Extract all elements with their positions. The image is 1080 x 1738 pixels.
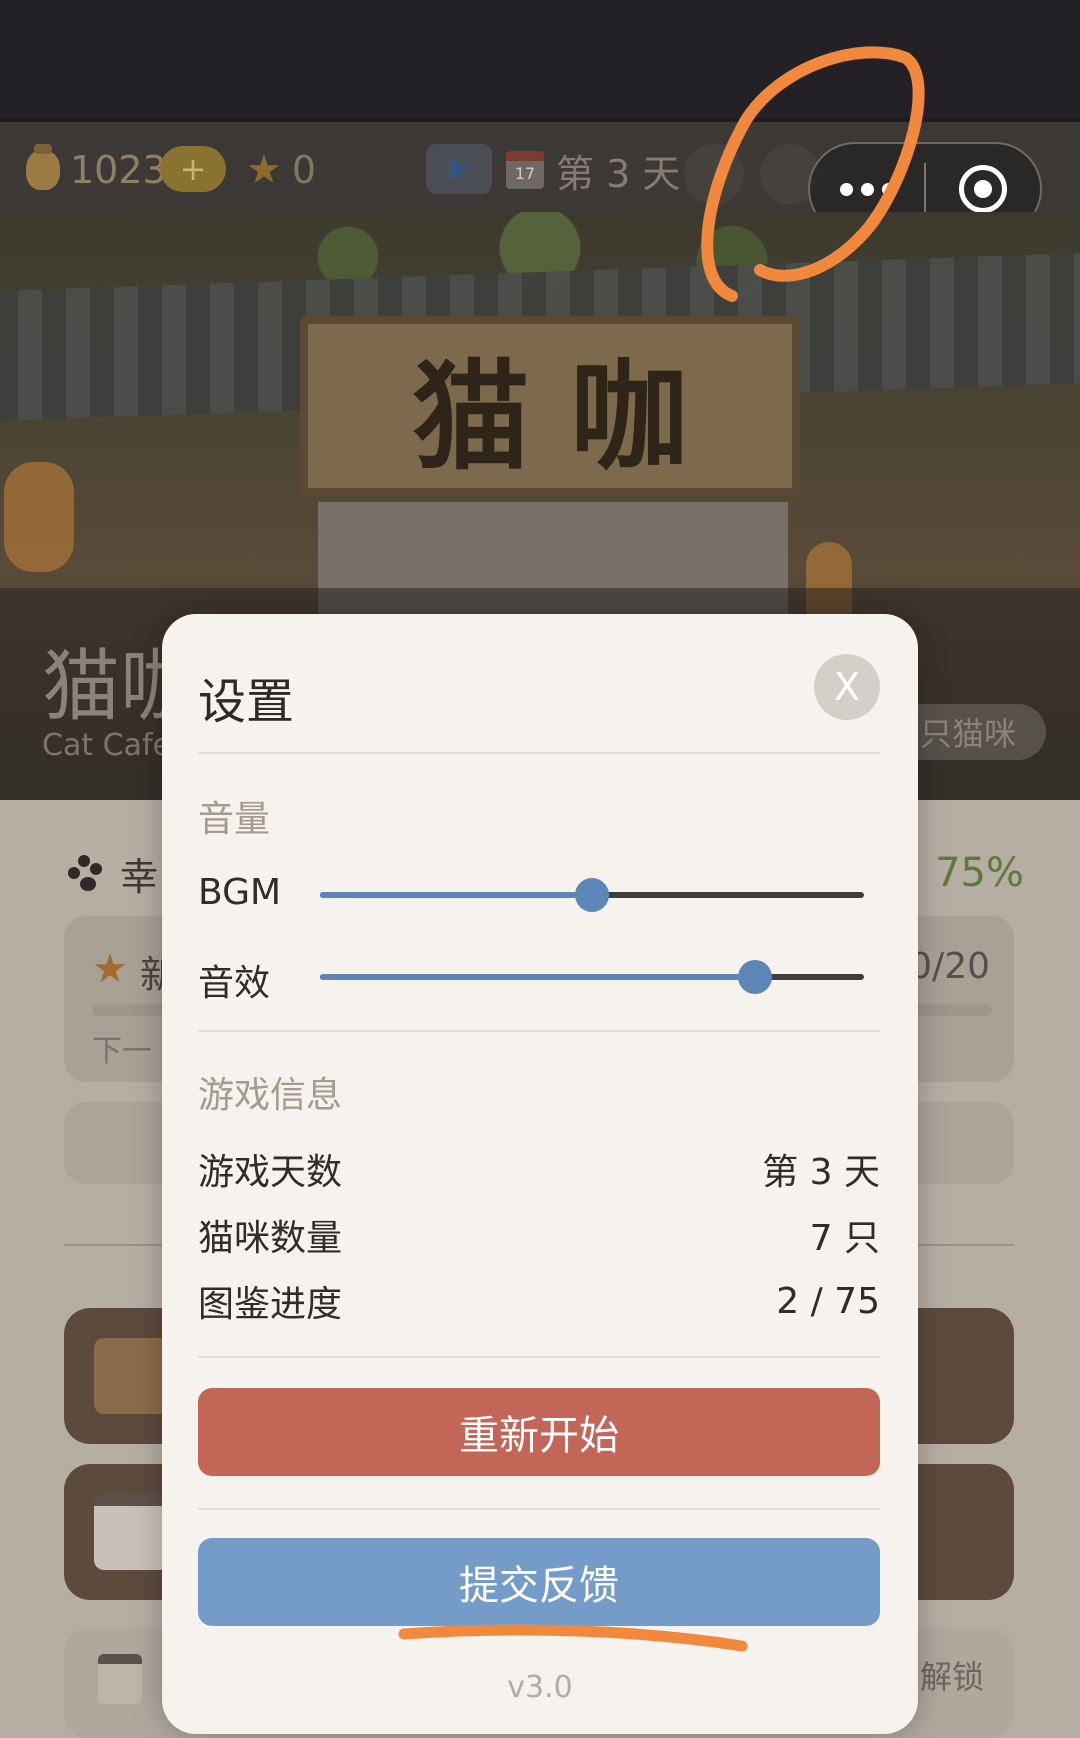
bgm-slider-thumb[interactable] <box>575 878 609 912</box>
more-dots-icon <box>839 182 853 196</box>
day-label: 第 3 天 <box>556 151 681 196</box>
sfx-slider-fill <box>320 974 756 980</box>
star-value: 0 <box>291 148 317 192</box>
info-row-collection: 图鉴进度 2 / 75 <box>198 1276 880 1326</box>
play-icon <box>449 156 469 182</box>
shop-signboard: 猫 咖 <box>300 316 800 496</box>
restart-button[interactable]: 重新开始 <box>198 1388 880 1476</box>
level-progress: 0/20 <box>909 946 990 987</box>
info-row-cats: 猫咪数量 7 只 <box>198 1210 880 1260</box>
bgm-label: BGM <box>198 872 282 913</box>
game-info-section-label: 游戏信息 <box>198 1075 343 1116</box>
clipboard-icon <box>98 1654 142 1704</box>
shop-icon <box>94 1338 170 1414</box>
star-icon: ★ <box>246 147 282 193</box>
settings-modal: 设置 X 音量 BGM 音效 游戏信息 游戏天数 第 3 天 猫咪数量 7 只 … <box>162 614 918 1734</box>
more-options-button[interactable] <box>810 182 924 196</box>
star-counter: ★ 0 <box>246 142 316 198</box>
star-icon: ★ <box>92 946 128 992</box>
submit-feedback-button[interactable]: 提交反馈 <box>198 1538 880 1626</box>
modal-divider <box>198 1030 880 1032</box>
topbar-round-button[interactable] <box>684 144 744 204</box>
info-label: 图鉴进度 <box>198 1284 343 1325</box>
cafe-subtitle: Cat Cafe <box>42 728 171 763</box>
coin-counter: 1023 <box>26 142 167 198</box>
sfx-slider-row: 音效 <box>198 952 880 1004</box>
info-label: 猫咪数量 <box>198 1218 343 1259</box>
sign-char-2: 咖 <box>570 346 689 486</box>
happiness-label: 幸 <box>120 854 159 899</box>
next-level-label: 下一 <box>92 1034 152 1069</box>
modal-divider <box>198 752 880 754</box>
video-ad-button[interactable] <box>426 144 492 194</box>
info-label: 游戏天数 <box>198 1152 343 1193</box>
lantern-image <box>4 462 74 572</box>
clipboard-icon <box>94 1494 170 1570</box>
info-value: 第 3 天 <box>762 1152 880 1193</box>
bgm-slider-row: BGM <box>198 870 880 920</box>
volume-section-label: 音量 <box>198 799 271 840</box>
calendar-icon: 17 <box>506 151 544 189</box>
info-value: 2 / 75 <box>776 1280 880 1322</box>
add-coins-button[interactable]: + <box>160 146 226 192</box>
more-dot <box>860 182 874 196</box>
sign-char-1: 猫 <box>411 346 530 486</box>
coin-value: 1023 <box>70 148 167 192</box>
close-miniprogram-button[interactable] <box>926 165 1040 213</box>
status-bar <box>0 0 1080 118</box>
modal-title: 设置 <box>198 674 295 730</box>
info-value: 7 只 <box>809 1218 880 1259</box>
money-bag-icon <box>26 144 60 190</box>
target-icon <box>958 165 1007 213</box>
bgm-slider[interactable] <box>320 878 864 912</box>
modal-divider <box>198 1356 880 1358</box>
sfx-label: 音效 <box>198 963 271 1004</box>
version-label: v3.0 <box>507 1670 573 1705</box>
sfx-slider-thumb[interactable] <box>738 960 773 994</box>
unlock-label: 解锁 <box>919 1658 984 1696</box>
modal-divider <box>198 1508 880 1510</box>
bgm-slider-fill <box>320 892 592 898</box>
more-dot <box>881 182 895 196</box>
day-indicator: 17 第 3 天 <box>506 142 680 198</box>
happiness-value: 75% <box>935 850 1024 896</box>
paw-icon <box>64 853 104 893</box>
info-row-days: 游戏天数 第 3 天 <box>198 1144 880 1194</box>
sfx-slider[interactable] <box>320 960 864 994</box>
close-button[interactable]: X <box>814 654 880 720</box>
